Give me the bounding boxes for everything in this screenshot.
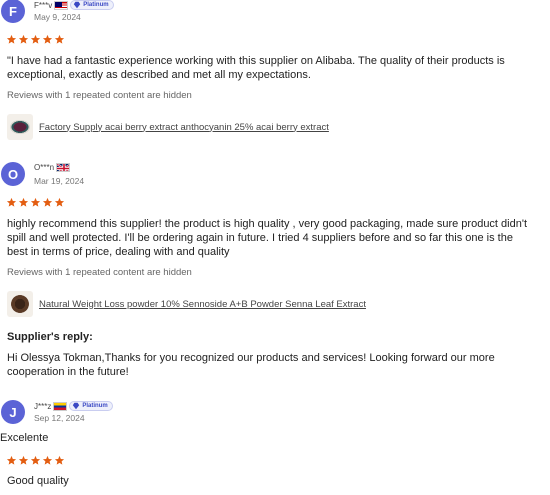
star-icon [30,197,41,207]
reviewer-name: F***v Platinum [34,0,114,10]
supplier-reply-text: Hi Olessya Tokman,Thanks for you recogni… [7,352,495,378]
hidden-reviews-note: Reviews with 1 repeated content are hidd… [7,267,192,278]
platinum-badge: Platinum [70,0,114,10]
star-icon [42,34,53,44]
star-icon [6,34,17,44]
review-date: Sep 12, 2024 [34,413,85,423]
star-icon [18,455,29,465]
avatar: J [1,400,25,424]
review-date: May 9, 2024 [34,12,81,22]
diamond-icon [74,1,81,9]
product-name[interactable]: Factory Supply acai berry extract anthoc… [39,122,329,133]
star-icon [30,455,41,465]
flag-icon [56,163,71,172]
supplier-reply-title: Supplier's reply: [7,331,93,343]
star-rating [6,197,65,208]
review-text: highly recommend this supplier! the prod… [7,218,528,258]
reviewer-name: J***z Platinum [34,401,113,411]
review-text: "I have had a fantastic experience worki… [7,55,505,81]
star-icon [54,455,65,465]
star-icon [18,34,29,44]
star-rating [6,455,65,466]
hidden-reviews-note: Reviews with 1 repeated content are hidd… [7,90,192,101]
diamond-icon [73,402,80,410]
product-thumbnail [7,114,33,140]
flag-icon [53,401,68,411]
product-thumbnail [7,291,33,317]
star-icon [54,34,65,44]
product-name[interactable]: Natural Weight Loss powder 10% Sennoside… [39,299,366,310]
platinum-badge: Platinum [69,401,113,411]
star-icon [6,455,17,465]
star-icon [54,197,65,207]
star-icon [42,455,53,465]
review-title: Excelente [0,432,49,444]
product-link[interactable]: Natural Weight Loss powder 10% Sennoside… [7,291,366,317]
review-text: Good quality [7,475,69,487]
star-icon [30,34,41,44]
star-icon [42,197,53,207]
star-rating [6,34,65,45]
star-icon [6,197,17,207]
star-icon [18,197,29,207]
product-link[interactable]: Factory Supply acai berry extract anthoc… [7,114,329,140]
reviewer-name: O***n [34,163,71,172]
avatar: O [1,162,25,186]
review-date: Mar 19, 2024 [34,176,85,186]
flag-icon [54,0,69,10]
avatar: F [1,0,25,23]
